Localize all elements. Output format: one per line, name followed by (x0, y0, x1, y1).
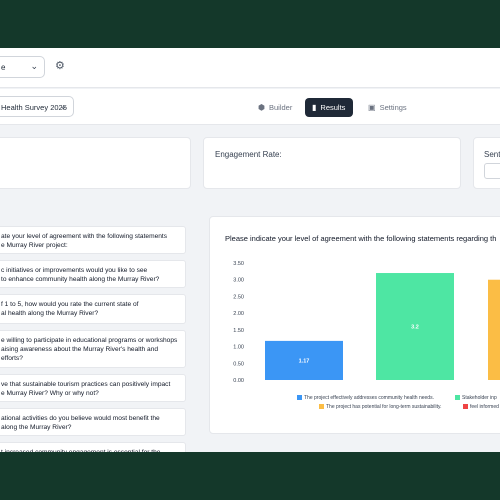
app-window: e ⌄ ⚙ Health Survey 2025 ⌄ ⬢ Builder ▮ Res… (0, 48, 500, 452)
survey-bar: Health Survey 2025 ⌄ ⬢ Builder ▮ Results ▣… (0, 89, 500, 125)
y-tick-label: 1.50 (233, 328, 244, 334)
chevron-down-icon: ⌄ (59, 101, 67, 111)
question-item[interactable]: e willing to participate in educational … (0, 330, 186, 368)
chart-title: Please indicate your level of agreement … (225, 234, 497, 243)
legend-label: Stakeholder inp (462, 395, 497, 401)
engagement-card: Engagement Rate: (203, 137, 461, 189)
y-tick-label: 3.50 (233, 261, 244, 267)
tab-builder[interactable]: ⬢ Builder (251, 98, 300, 117)
tab-builder-label: Builder (268, 103, 293, 112)
gear-icon[interactable]: ⚙ (55, 59, 65, 72)
question-item[interactable]: ate your level of agreement with the fol… (0, 226, 186, 254)
bar-chart: 0.00 0.50 1.00 1.50 2.00 2.50 3.00 3.50 1.17 3.2 T… (233, 261, 500, 410)
workspace-select[interactable]: e ⌄ (0, 56, 45, 78)
bar-data-label: 3.2 (411, 325, 419, 331)
question-item[interactable]: ational activities do you believe would … (0, 408, 186, 436)
tab-settings[interactable]: ▣ Settings (361, 98, 415, 117)
bar (488, 279, 500, 380)
legend-label: feel informed (470, 404, 499, 410)
engagement-label: Engagement Rate: (215, 150, 282, 159)
cube-icon: ⬢ (258, 103, 265, 112)
bar-chart-icon: ▮ (312, 103, 317, 112)
chart-card: Please indicate your level of agreement … (209, 216, 500, 434)
question-list: ate your level of agreement with the fol… (0, 220, 190, 452)
y-tick-label: 2.50 (233, 294, 244, 300)
y-tick-label: 0.00 (233, 378, 244, 384)
survey-select[interactable]: Health Survey 2025 ⌄ (0, 96, 74, 117)
tab-settings-label: Settings (379, 103, 407, 112)
legend-swatch (463, 404, 468, 409)
y-tick-label: 1.00 (233, 345, 244, 351)
question-item[interactable]: f 1 to 5, how would you rate the current… (0, 294, 186, 324)
question-item[interactable]: ve that sustainable tourism practices ca… (0, 374, 186, 402)
bar-data-label: 1.17 (299, 358, 310, 364)
legend-swatch (455, 395, 460, 400)
top-bar: e ⌄ ⚙ (0, 48, 500, 88)
question-item[interactable]: t increased community engagement is esse… (0, 442, 186, 452)
sentiment-label: Sent (484, 150, 500, 159)
sentiment-select[interactable] (484, 163, 500, 179)
workspace-select-value: e (1, 63, 6, 72)
survey-select-value: Health Survey 2025 (1, 103, 67, 112)
legend-label: The project has potential for long-term … (326, 404, 442, 410)
y-tick-label: 2.00 (233, 311, 244, 317)
legend-swatch (297, 395, 302, 400)
legend-swatch (319, 404, 324, 409)
metric-card-left (0, 137, 191, 189)
y-tick-label: 0.50 (233, 361, 244, 367)
question-item[interactable]: c initiatives or improvements would you … (0, 260, 186, 288)
legend-label: The project effectively addresses commun… (304, 395, 434, 401)
tab-results[interactable]: ▮ Results (305, 98, 354, 117)
sentiment-card: Sent (473, 137, 500, 189)
chevron-down-icon: ⌄ (30, 61, 38, 71)
y-tick-label: 3.00 (233, 278, 244, 284)
briefcase-icon: ▣ (368, 103, 376, 112)
tab-results-label: Results (320, 103, 346, 112)
